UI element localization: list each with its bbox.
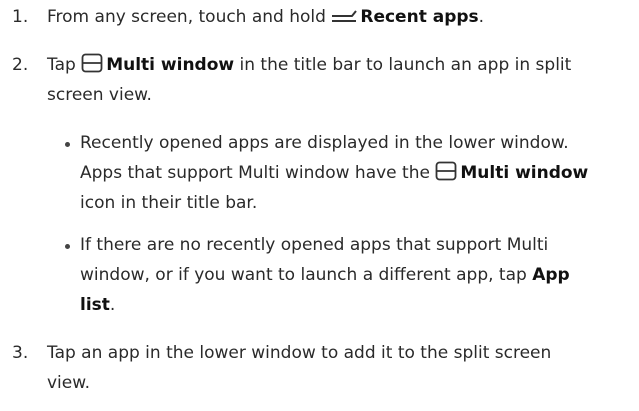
bullet-2-line-1: If there are no recently opened apps tha… (80, 235, 549, 255)
step-2-line-2: screen view. (47, 85, 152, 105)
step-3-line-2: view. (47, 373, 90, 393)
multi-window-icon (435, 161, 457, 181)
bullet-1-line-1: Recently opened apps are displayed in th… (80, 133, 569, 153)
step-2-number: 2. (12, 55, 29, 75)
bullet-2-line-3: list. (80, 290, 115, 320)
multi-window-label: Multi window (106, 55, 235, 75)
multi-window-label: Multi window (460, 163, 589, 183)
recent-apps-label: Recent apps (360, 7, 479, 27)
bullet-1-pre: Apps that support Multi window have the (80, 163, 430, 183)
bullet-1-dot (65, 142, 70, 147)
step-1-number: 1. (12, 7, 29, 27)
bullet-1-line-2: Apps that support Multi window have the … (80, 158, 588, 188)
step-2-post: in the title bar to launch an app in spl… (239, 55, 572, 75)
bullet-2-pre: window, or if you want to launch a diffe… (80, 265, 527, 285)
recent-apps-icon (332, 10, 358, 22)
bullet-2-post: . (109, 295, 116, 315)
bullet-2-line-2: window, or if you want to launch a diffe… (80, 260, 570, 290)
app-list-label-part-1: App (532, 265, 570, 285)
bullet-2-dot (65, 244, 70, 249)
step-2-line-1: Tap Multi window in the title bar to lau… (47, 50, 571, 80)
instruction-page: 1. From any screen, touch and hold Recen… (0, 0, 639, 411)
bullet-1-line-3: icon in their title bar. (80, 193, 258, 213)
multi-window-icon (81, 53, 103, 73)
step-3-line-1: Tap an app in the lower window to add it… (47, 343, 552, 363)
step-2-pre: Tap (47, 55, 76, 75)
app-list-label-part-2: list (80, 295, 110, 315)
step-1-post: . (478, 7, 485, 27)
step-3-number: 3. (12, 343, 29, 363)
step-1-pre: From any screen, touch and hold (47, 7, 326, 27)
step-1-text: From any screen, touch and hold Recent a… (47, 2, 484, 32)
